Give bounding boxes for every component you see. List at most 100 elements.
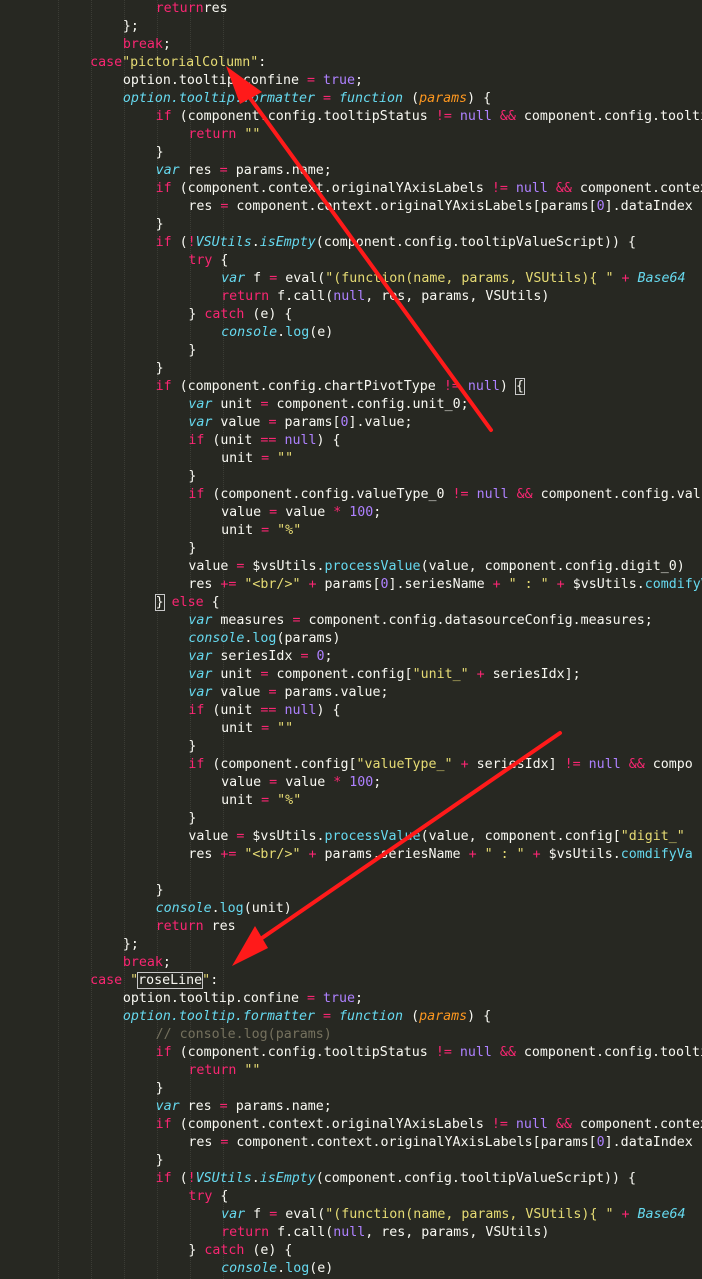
code-line[interactable]: return "" [0, 1062, 260, 1080]
code-line[interactable]: } [0, 468, 196, 486]
code-line[interactable]: case "roseLine": [0, 972, 218, 990]
code-token: component.context.originalYAxisLabels[pa… [228, 199, 597, 214]
code-line[interactable]: if (!VSUtils.isEmpty(component.config.to… [0, 1170, 636, 1188]
code-line[interactable]: if (unit == null) { [0, 702, 340, 720]
code-token: , res, params, VSUtils) [365, 289, 550, 304]
code-line[interactable]: try { [0, 252, 228, 270]
code-line[interactable]: var f = eval("(function(name, params, VS… [0, 270, 685, 288]
code-line[interactable]: option.tooltip.formatter = function (par… [0, 1008, 491, 1026]
code-line[interactable]: option.tooltip.formatter = function (par… [0, 90, 491, 108]
code-line[interactable]: console.log(params) [0, 630, 340, 648]
code-token: var [221, 271, 246, 286]
code-token: != [564, 757, 581, 772]
code-line[interactable]: console.log(e) [0, 324, 333, 342]
code-line[interactable]: option.tooltip.confine = true; [0, 990, 363, 1008]
code-line[interactable]: if (component.context.originalYAxisLabel… [0, 180, 702, 198]
code-token: var [188, 613, 213, 628]
code-line[interactable]: } else { [0, 594, 220, 612]
code-token: VSUtils [195, 235, 252, 250]
code-line[interactable]: var unit = component.config.unit_0; [0, 396, 468, 414]
code-token: seriesIdx [212, 649, 301, 664]
code-line[interactable]: if (component.config["valueType_" + seri… [0, 756, 692, 774]
code-line[interactable]: value = $vsUtils.processValue(value, com… [0, 828, 684, 846]
code-line[interactable]: var res = params.name; [0, 162, 332, 180]
code-line[interactable]: var value = params.value; [0, 684, 388, 702]
code-line[interactable]: } [0, 342, 196, 360]
code-token: = [314, 1009, 340, 1024]
code-token: { [514, 378, 525, 395]
code-token: processValue [324, 559, 421, 574]
code-line[interactable]: if (component.config.tooltipStatus != nu… [0, 1044, 702, 1062]
code-token: ; [162, 37, 171, 52]
code-line[interactable]: value = value * 100; [0, 774, 381, 792]
code-token: } [155, 361, 164, 376]
code-line[interactable]: } catch (e) { [0, 1242, 292, 1260]
code-token: = [261, 451, 270, 466]
code-line[interactable]: unit = "" [0, 450, 293, 468]
code-token: var [221, 1207, 246, 1222]
code-line[interactable]: var seriesIdx = 0; [0, 648, 332, 666]
code-line[interactable]: } [0, 882, 164, 900]
code-line[interactable]: var unit = component.config["unit_" + se… [0, 666, 580, 684]
code-token: ( [171, 1171, 188, 1186]
code-token: "(function(name, params, VSUtils){ " [325, 271, 614, 286]
code-line[interactable]: } [0, 1152, 164, 1170]
code-token: (e) { [244, 307, 293, 322]
code-line[interactable]: unit = "%" [0, 792, 301, 810]
code-line[interactable]: break; [0, 954, 171, 972]
code-token: var [188, 685, 213, 700]
code-line[interactable]: break; [0, 36, 171, 54]
code-line[interactable]: } [0, 360, 164, 378]
code-line[interactable]: } [0, 540, 196, 558]
code-token: } [155, 1153, 164, 1168]
code-line[interactable]: if (component.context.originalYAxisLabel… [0, 1116, 702, 1134]
code-line[interactable]: res += "<br/>" + params[0].seriesName + … [0, 576, 702, 594]
code-line[interactable]: return res [0, 918, 236, 936]
code-line[interactable]: res = component.context.originalYAxisLab… [0, 198, 692, 216]
code-token: component.context.originalYAxisLabels[pa… [228, 1135, 597, 1150]
code-line[interactable]: return f.call(null, res, params, VSUtils… [0, 288, 549, 306]
code-line[interactable]: if (component.config.tooltipStatus != nu… [0, 108, 702, 126]
code-line[interactable]: } [0, 216, 164, 234]
code-token: if [155, 181, 172, 196]
code-line[interactable]: res = component.context.originalYAxisLab… [0, 1134, 692, 1152]
code-token: } [155, 883, 164, 898]
code-line[interactable]: if (unit == null) { [0, 432, 340, 450]
code-editor[interactable]: returnres}; break; case"pictorialColumn": o… [0, 0, 702, 1279]
code-line[interactable]: unit = "" [0, 720, 293, 738]
code-line[interactable]: res += "<br/>" + params.seriesName + " :… [0, 846, 692, 864]
code-line[interactable]: unit = "%" [0, 522, 301, 540]
code-line[interactable]: return f.call(null, res, params, VSUtils… [0, 1224, 549, 1242]
code-token: "%" [269, 523, 302, 538]
code-token: = [269, 775, 278, 790]
code-line[interactable]: if (component.config.valueType_0 != null… [0, 486, 702, 504]
code-line[interactable]: case"pictorialColumn": [0, 54, 266, 72]
code-line[interactable]: console.log(e) [0, 1260, 333, 1278]
code-line[interactable]: var value = params[0].value; [0, 414, 413, 432]
code-line[interactable]: } [0, 810, 196, 828]
code-line[interactable]: if (component.config.chartPivotType != n… [0, 378, 525, 396]
code-token: ].value; [348, 415, 413, 430]
code-line[interactable]: }; [0, 936, 139, 954]
code-line[interactable]: } [0, 738, 196, 756]
code-token: res [179, 163, 220, 178]
code-line[interactable]: } catch (e) { [0, 306, 292, 324]
code-line[interactable]: returnres [0, 0, 228, 18]
code-token: $vsUtils. [540, 847, 621, 862]
code-line[interactable]: return "" [0, 126, 260, 144]
code-line[interactable]: if (!VSUtils.isEmpty(component.config.to… [0, 234, 636, 252]
code-line[interactable]: option.tooltip.confine = true; [0, 72, 363, 90]
code-line[interactable]: } [0, 1080, 164, 1098]
code-line[interactable]: value = value * 100; [0, 504, 381, 522]
code-line[interactable]: // console.log(params) [0, 1026, 332, 1044]
code-line[interactable]: }; [0, 18, 139, 36]
code-line[interactable]: var measures = component.config.datasour… [0, 612, 652, 630]
code-line[interactable]: var f = eval("(function(name, params, VS… [0, 1206, 685, 1224]
code-line[interactable]: console.log(unit) [0, 900, 292, 918]
code-line[interactable]: value = $vsUtils.processValue(value, com… [0, 558, 684, 576]
code-token: : [258, 55, 267, 70]
code-line[interactable]: } [0, 144, 164, 162]
code-line[interactable]: var res = params.name; [0, 1098, 332, 1116]
code-token: else [171, 595, 204, 610]
code-line[interactable]: try { [0, 1188, 228, 1206]
